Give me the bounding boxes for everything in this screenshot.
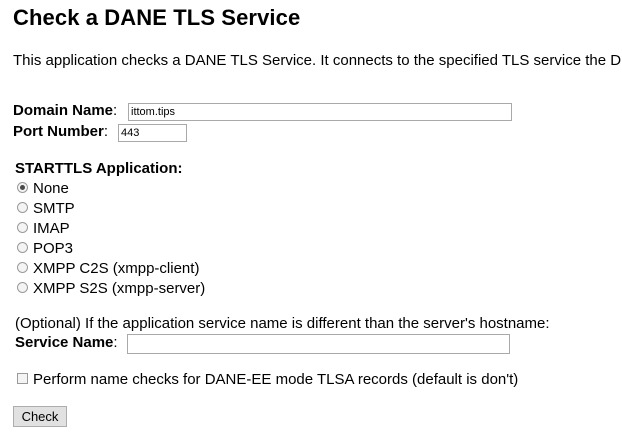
service-row: Service Name: — [15, 333, 118, 353]
name-check-label: Perform name checks for DANE-EE mode TLS… — [33, 371, 519, 388]
port-colon: : — [103, 123, 109, 140]
name-check-option[interactable]: Perform name checks for DANE-EE mode TLS… — [17, 370, 518, 390]
radio-button[interactable] — [17, 281, 28, 293]
domain-label: Domain Name — [13, 102, 114, 119]
intro-text: This application checks a DANE TLS Servi… — [13, 52, 622, 69]
optional-hint: (Optional) If the application service na… — [15, 315, 550, 332]
port-row: Port Number: — [13, 122, 108, 142]
name-check-checkbox[interactable] — [17, 372, 28, 384]
radio-button[interactable] — [17, 241, 28, 253]
domain-row: Domain Name: — [13, 101, 117, 121]
service-name-input[interactable] — [127, 334, 510, 354]
service-label: Service Name — [15, 334, 114, 351]
radio-label: IMAP — [33, 220, 70, 237]
page-title: Check a DANE TLS Service — [13, 5, 301, 30]
radio-label: XMPP C2S (xmpp-client) — [33, 260, 200, 277]
radio-label: None — [33, 180, 69, 197]
radio-button[interactable] — [17, 201, 28, 213]
radio-button[interactable] — [17, 261, 28, 273]
check-button[interactable]: Check — [13, 406, 67, 427]
domain-colon: : — [113, 102, 118, 119]
starttls-heading: STARTTLS Application: — [15, 160, 183, 177]
radio-option-xmpp-s2s[interactable]: XMPP S2S (xmpp-server) — [17, 279, 205, 299]
radio-option-imap[interactable]: IMAP — [17, 219, 70, 239]
radio-label: POP3 — [33, 240, 74, 257]
dane-check-page: Check a DANE TLS Service This applicatio… — [0, 0, 622, 436]
radio-label: XMPP S2S (xmpp-server) — [33, 280, 206, 297]
radio-label: SMTP — [33, 200, 75, 217]
port-number-input[interactable] — [118, 124, 187, 142]
port-label: Port Number — [13, 123, 104, 140]
radio-button-selected[interactable] — [17, 181, 28, 193]
service-colon: : — [113, 334, 118, 351]
radio-option-smtp[interactable]: SMTP — [17, 199, 75, 219]
radio-option-xmpp-c2s[interactable]: XMPP C2S (xmpp-client) — [17, 259, 199, 279]
radio-option-pop3[interactable]: POP3 — [17, 239, 73, 259]
domain-name-input[interactable] — [128, 103, 512, 121]
radio-option-none[interactable]: None — [17, 179, 69, 199]
radio-button[interactable] — [17, 221, 28, 233]
